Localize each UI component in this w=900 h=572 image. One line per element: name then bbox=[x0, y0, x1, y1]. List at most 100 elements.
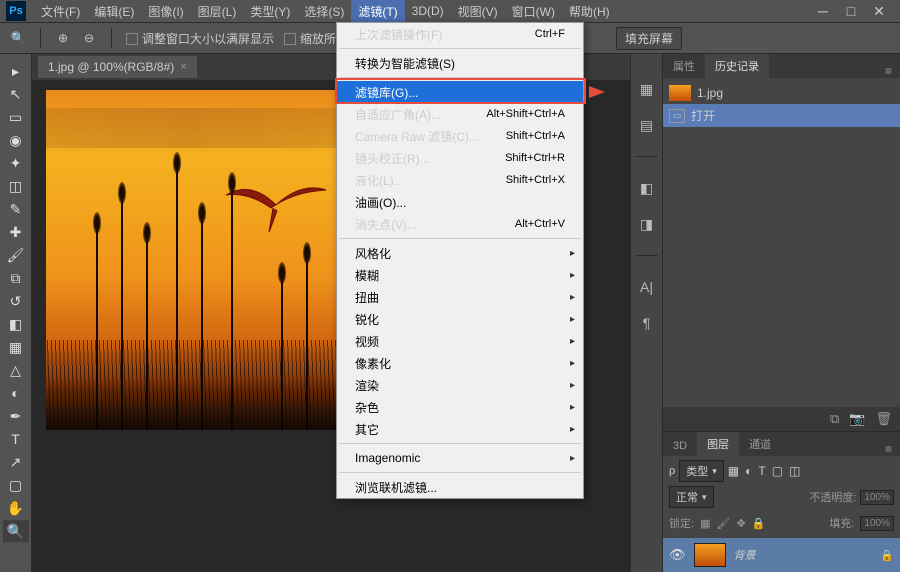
maximize-icon[interactable]: □ bbox=[844, 4, 858, 18]
blur-tool-icon[interactable]: △ bbox=[3, 359, 29, 381]
menu-image[interactable]: 图像(I) bbox=[141, 0, 190, 23]
menu-imagenomic[interactable]: Imagenomic bbox=[337, 447, 583, 469]
brush-tool-icon[interactable]: 🖌 bbox=[3, 244, 29, 266]
styles-panel-icon[interactable]: ◨ bbox=[638, 215, 656, 233]
menu-file[interactable]: 文件(F) bbox=[34, 0, 87, 23]
crop-tool-icon[interactable]: ◫ bbox=[3, 175, 29, 197]
filter-pixel-icon[interactable]: ▦ bbox=[728, 464, 739, 478]
swatches-panel-icon[interactable]: ▤ bbox=[638, 116, 656, 134]
filter-adjust-icon[interactable]: ◐ bbox=[745, 464, 752, 478]
menu-stylize[interactable]: 风格化 bbox=[337, 242, 583, 264]
adjustments-panel-icon[interactable]: ◧ bbox=[638, 179, 656, 197]
menu-oil-paint[interactable]: 油画(O)... bbox=[337, 191, 583, 213]
history-snapshot[interactable]: 1.jpg bbox=[663, 82, 900, 104]
menu-filter-gallery[interactable]: 滤镜库(G)... bbox=[337, 81, 583, 103]
menu-blur[interactable]: 模糊 bbox=[337, 264, 583, 286]
history-state-open[interactable]: ▭打开 bbox=[663, 104, 900, 127]
tab-close-icon[interactable]: × bbox=[180, 61, 186, 73]
hand-tool-icon[interactable]: ✋ bbox=[3, 497, 29, 519]
swatch-panel-icon[interactable]: ▦ bbox=[638, 80, 656, 98]
lock-image-icon[interactable]: 🖌 bbox=[716, 517, 730, 530]
gradient-tool-icon[interactable]: ▦ bbox=[3, 336, 29, 358]
char-panel-icon[interactable]: A| bbox=[638, 278, 656, 296]
menu-edit[interactable]: 编辑(E) bbox=[87, 0, 141, 23]
menu-filter[interactable]: 滤镜(T) bbox=[351, 0, 404, 23]
visibility-icon[interactable]: 👁 bbox=[669, 547, 686, 563]
history-panel: 1.jpg ▭打开 bbox=[663, 78, 900, 178]
filter-smart-icon[interactable]: ◫ bbox=[789, 464, 800, 478]
fill-value[interactable]: 100% bbox=[860, 516, 894, 531]
resize-window-checkbox[interactable]: 调整窗口大小以满屏显示 bbox=[126, 30, 274, 47]
menu-layer[interactable]: 图层(L) bbox=[191, 0, 244, 23]
menu-adaptive-wide[interactable]: 自适应广角(A)...Alt+Shift+Ctrl+A bbox=[337, 103, 583, 125]
dodge-tool-icon[interactable]: ◐ bbox=[3, 382, 29, 404]
eyedropper-tool-icon[interactable]: ✎ bbox=[3, 198, 29, 220]
lasso-tool-icon[interactable]: ◉ bbox=[3, 129, 29, 151]
menu-view[interactable]: 视图(V) bbox=[451, 0, 505, 23]
resize-window-label: 调整窗口大小以满屏显示 bbox=[142, 32, 274, 46]
opacity-value[interactable]: 100% bbox=[860, 490, 894, 505]
menu-camera-raw[interactable]: Camera Raw 滤镜(C)...Shift+Ctrl+A bbox=[337, 125, 583, 147]
close-icon[interactable]: ✕ bbox=[872, 4, 886, 18]
menu-liquify[interactable]: 液化(L)...Shift+Ctrl+X bbox=[337, 169, 583, 191]
marquee-tool-icon[interactable]: ▭ bbox=[3, 106, 29, 128]
menu-sharpen[interactable]: 锐化 bbox=[337, 308, 583, 330]
menu-select[interactable]: 选择(S) bbox=[297, 0, 351, 23]
layers-tab[interactable]: 图层 bbox=[697, 432, 739, 456]
history-tab[interactable]: 历史记录 bbox=[705, 54, 769, 78]
menu-last-filter[interactable]: 上次滤镜操作(F)Ctrl+F bbox=[337, 23, 583, 45]
history-brush-icon[interactable]: ↺ bbox=[3, 290, 29, 312]
menu-browse-filters[interactable]: 浏览联机滤镜... bbox=[337, 476, 583, 498]
expand-icon[interactable]: ▸ bbox=[3, 60, 29, 82]
menu-pixelate[interactable]: 像素化 bbox=[337, 352, 583, 374]
3d-tab[interactable]: 3D bbox=[663, 436, 697, 456]
zoom-out-icon[interactable]: ⊖ bbox=[81, 30, 97, 46]
menu-vanishing-point[interactable]: 消失点(V)...Alt+Ctrl+V bbox=[337, 213, 583, 235]
layer-lock-icon: 🔒 bbox=[880, 549, 894, 562]
menu-convert-smart[interactable]: 转换为智能滤镜(S) bbox=[337, 52, 583, 74]
heal-tool-icon[interactable]: ✚ bbox=[3, 221, 29, 243]
menu-other[interactable]: 其它 bbox=[337, 418, 583, 440]
panel-menu-icon[interactable]: ≡ bbox=[877, 64, 900, 78]
lock-trans-icon[interactable]: ▦ bbox=[700, 517, 710, 530]
menu-lens-correction[interactable]: 镜头校正(R)...Shift+Ctrl+R bbox=[337, 147, 583, 169]
filter-type-select[interactable]: 类型 bbox=[679, 460, 724, 482]
trash-icon[interactable]: 🗑 bbox=[875, 411, 892, 427]
zoom-in-icon[interactable]: ⊕ bbox=[55, 30, 71, 46]
lock-label: 锁定: bbox=[669, 515, 694, 531]
eraser-tool-icon[interactable]: ◧ bbox=[3, 313, 29, 335]
filter-shape-icon[interactable]: ▢ bbox=[772, 464, 783, 478]
menu-window[interactable]: 窗口(W) bbox=[505, 0, 562, 23]
menu-noise[interactable]: 杂色 bbox=[337, 396, 583, 418]
move-tool-icon[interactable]: ↖ bbox=[3, 83, 29, 105]
menu-3d[interactable]: 3D(D) bbox=[405, 1, 451, 21]
menu-distort[interactable]: 扭曲 bbox=[337, 286, 583, 308]
layer-name: 背景 bbox=[734, 547, 756, 563]
pen-tool-icon[interactable]: ✒ bbox=[3, 405, 29, 427]
menu-render[interactable]: 渲染 bbox=[337, 374, 583, 396]
para-panel-icon[interactable]: ¶ bbox=[638, 314, 656, 332]
lock-pos-icon[interactable]: ✥ bbox=[736, 517, 745, 530]
shape-tool-icon[interactable]: ▢ bbox=[3, 474, 29, 496]
document-tab[interactable]: 1.jpg @ 100%(RGB/8#) × bbox=[38, 56, 197, 78]
path-tool-icon[interactable]: ↗ bbox=[3, 451, 29, 473]
menu-help[interactable]: 帮助(H) bbox=[562, 0, 617, 23]
minimize-icon[interactable]: ─ bbox=[816, 4, 830, 18]
channels-tab[interactable]: 通道 bbox=[739, 432, 781, 456]
menu-type[interactable]: 类型(Y) bbox=[243, 0, 297, 23]
properties-tab[interactable]: 属性 bbox=[663, 54, 705, 78]
menu-video[interactable]: 视频 bbox=[337, 330, 583, 352]
fill-screen-button[interactable]: 填充屏幕 bbox=[616, 27, 682, 50]
camera-icon[interactable]: 📷 bbox=[849, 411, 865, 427]
zoom-tool-icon[interactable]: 🔍 bbox=[3, 520, 29, 542]
layers-menu-icon[interactable]: ≡ bbox=[877, 442, 900, 456]
zoom-tool-preset-icon[interactable]: 🔍 bbox=[10, 30, 26, 46]
lock-all-icon[interactable]: 🔒 bbox=[752, 517, 766, 530]
stamp-tool-icon[interactable]: ⧉ bbox=[3, 267, 29, 289]
blend-mode-select[interactable]: 正常 bbox=[669, 486, 714, 508]
type-tool-icon[interactable]: T bbox=[3, 428, 29, 450]
background-layer[interactable]: 👁 背景 🔒 bbox=[663, 538, 900, 572]
filter-type-icon[interactable]: T bbox=[758, 464, 765, 478]
snapshot-icon[interactable]: ⧉ bbox=[830, 411, 839, 427]
wand-tool-icon[interactable]: ✦ bbox=[3, 152, 29, 174]
